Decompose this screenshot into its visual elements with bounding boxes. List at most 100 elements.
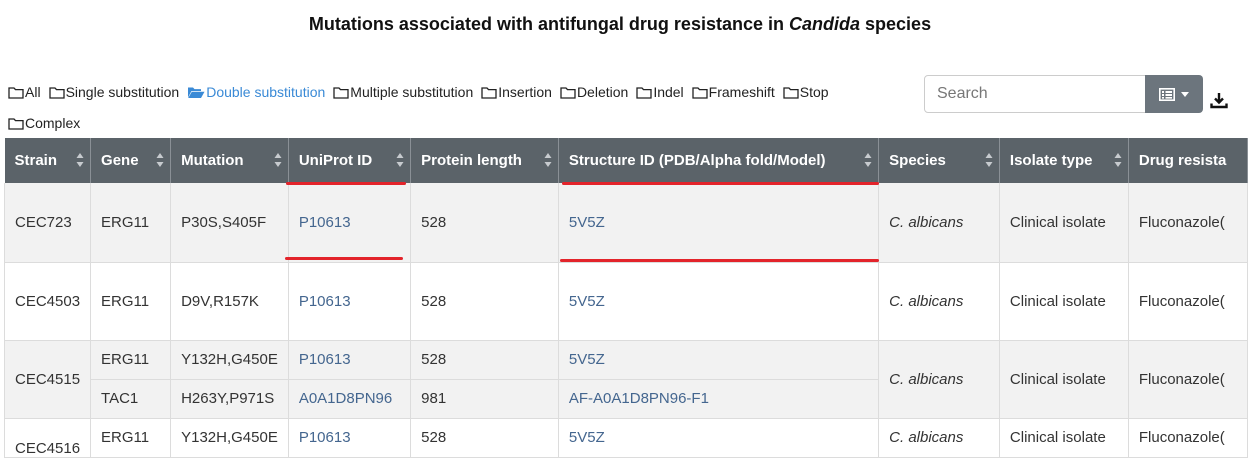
filter-complex[interactable]: Complex xyxy=(8,115,80,131)
cell-uniprot-id: P10613 xyxy=(288,262,412,341)
cell-uniprot-id: A0A1D8PN96 xyxy=(288,379,412,419)
column-header-gene[interactable]: Gene xyxy=(90,138,172,183)
cell-isolate-type: Clinical isolate xyxy=(999,418,1129,458)
filter-row-1: All Single substitution Double substitut… xyxy=(8,83,908,101)
cell-drug-resistance: Fluconazole( xyxy=(1128,418,1248,458)
uniprot-link[interactable]: P10613 xyxy=(299,351,351,368)
filter-indel[interactable]: Indel xyxy=(636,84,684,100)
cell-uniprot-id: P10613 xyxy=(288,418,412,458)
cell-isolate-type: Clinical isolate xyxy=(999,262,1129,341)
filter-single-substitution[interactable]: Single substitution xyxy=(48,84,179,100)
search-input[interactable] xyxy=(924,75,1146,113)
filter-frameshift[interactable]: Frameshift xyxy=(692,84,775,100)
cell-mutation: Y132H,G450E xyxy=(170,340,289,380)
cell-structure-id: 5V5Z xyxy=(558,183,880,263)
uniprot-link[interactable]: P10613 xyxy=(299,214,351,231)
folder-icon xyxy=(333,86,349,99)
cell-protein-length: 528 xyxy=(410,418,559,458)
cell-structure-id: 5V5Z xyxy=(558,340,880,380)
cell-uniprot-id: P10613 xyxy=(288,183,412,263)
cell-species: C. albicans xyxy=(878,262,1000,341)
cell-protein-length: 528 xyxy=(410,340,559,380)
folder-icon xyxy=(692,86,708,99)
cell-strain: CEC723 xyxy=(3,183,92,263)
caret-down-icon xyxy=(1181,91,1189,97)
filter-row-2: Complex xyxy=(8,114,908,132)
cell-gene: ERG11 xyxy=(90,340,172,380)
columns-toggle-button[interactable] xyxy=(1145,75,1203,113)
cell-structure-id: AF-A0A1D8PN96-F1 xyxy=(558,379,880,419)
structure-link[interactable]: 5V5Z xyxy=(569,351,605,368)
structure-link[interactable]: AF-A0A1D8PN96-F1 xyxy=(569,390,709,407)
filter-insertion[interactable]: Insertion xyxy=(481,84,552,100)
folder-icon xyxy=(48,86,65,99)
sort-icon xyxy=(544,153,552,167)
structure-link[interactable]: 5V5Z xyxy=(569,214,605,231)
uniprot-link[interactable]: P10613 xyxy=(299,429,351,446)
uniprot-link[interactable]: P10613 xyxy=(299,293,351,310)
cell-protein-length: 528 xyxy=(410,183,559,263)
cell-strain: CEC4515 xyxy=(3,340,92,419)
cell-mutation: H263Y,P971S xyxy=(170,379,289,419)
mutations-table: Strain Gene Mutation UniProt ID Protein … xyxy=(3,138,1248,458)
cell-species: C. albicans xyxy=(878,418,1000,458)
column-header-species[interactable]: Species xyxy=(878,138,1000,183)
folder-icon xyxy=(481,86,497,99)
highlight-structure-cell-underline xyxy=(560,259,879,262)
mutation-type-filters: All Single substitution Double substitut… xyxy=(8,83,908,145)
structure-link[interactable]: 5V5Z xyxy=(569,293,605,310)
column-header-strain[interactable]: Strain xyxy=(4,138,92,183)
cell-isolate-type: Clinical isolate xyxy=(999,340,1129,419)
cell-drug-resistance: Fluconazole( xyxy=(1128,262,1248,341)
table-row: CEC4516 ERG11 Y132H,G450E P10613 528 5V5… xyxy=(3,418,1248,458)
cell-drug-resistance: Fluconazole( xyxy=(1128,340,1248,419)
column-header-isolate-type[interactable]: Isolate type xyxy=(999,138,1129,183)
column-header-mutation[interactable]: Mutation xyxy=(170,138,289,183)
uniprot-link[interactable]: A0A1D8PN96 xyxy=(299,390,392,407)
folder-icon xyxy=(783,86,799,99)
list-columns-icon xyxy=(1159,87,1175,101)
sort-icon xyxy=(1114,153,1122,167)
highlight-uniprot-header-underline xyxy=(286,182,406,185)
cell-structure-id: 5V5Z xyxy=(558,262,880,341)
highlight-structure-header-underline xyxy=(562,182,879,185)
download-icon[interactable] xyxy=(1210,92,1228,109)
cell-gene: ERG11 xyxy=(90,262,172,341)
folder-open-icon xyxy=(188,87,205,98)
folder-icon xyxy=(8,117,24,130)
column-header-protein-length[interactable]: Protein length xyxy=(410,138,559,183)
folder-icon xyxy=(8,86,24,99)
folder-icon xyxy=(560,86,576,99)
cell-mutation: P30S,S405F xyxy=(170,183,289,263)
sort-icon xyxy=(156,153,164,167)
structure-link[interactable]: 5V5Z xyxy=(569,429,605,446)
cell-uniprot-id: P10613 xyxy=(288,340,412,380)
filter-multiple-substitution[interactable]: Multiple substitution xyxy=(333,84,473,100)
folder-icon xyxy=(636,86,652,99)
page-title: Mutations associated with antifungal dru… xyxy=(308,14,932,34)
cell-strain: CEC4503 xyxy=(3,262,92,341)
cell-structure-id: 5V5Z xyxy=(558,418,880,458)
sort-icon xyxy=(396,153,404,167)
cell-gene: ERG11 xyxy=(90,418,172,458)
table-header-row: Strain Gene Mutation UniProt ID Protein … xyxy=(4,138,1248,183)
table-row: CEC723 ERG11 P30S,S405F P10613 528 5V5Z … xyxy=(3,183,1248,263)
table-row: CEC4503 ERG11 D9V,R157K P10613 528 5V5Z … xyxy=(3,262,1248,341)
column-header-uniprot-id[interactable]: UniProt ID xyxy=(288,138,412,183)
cell-protein-length: 981 xyxy=(410,379,559,419)
highlight-uniprot-cell-underline xyxy=(285,257,403,260)
cell-strain: CEC4516 xyxy=(3,418,92,458)
column-header-drug-resistance[interactable]: Drug resista xyxy=(1128,138,1248,183)
filter-all[interactable]: All xyxy=(8,84,41,100)
cell-species: C. albicans xyxy=(878,340,1000,419)
filter-stop[interactable]: Stop xyxy=(783,84,829,100)
cell-gene: ERG11 xyxy=(90,183,172,263)
column-header-structure-id[interactable]: Structure ID (PDB/Alpha fold/Model) xyxy=(558,138,880,183)
filter-deletion[interactable]: Deletion xyxy=(560,84,628,100)
cell-protein-length: 528 xyxy=(410,262,559,341)
sort-icon xyxy=(274,153,282,167)
cell-mutation: Y132H,G450E xyxy=(170,418,289,458)
filter-double-substitution[interactable]: Double substitution xyxy=(187,84,325,100)
cell-species: C. albicans xyxy=(878,183,1000,263)
cell-gene: TAC1 xyxy=(90,379,172,419)
